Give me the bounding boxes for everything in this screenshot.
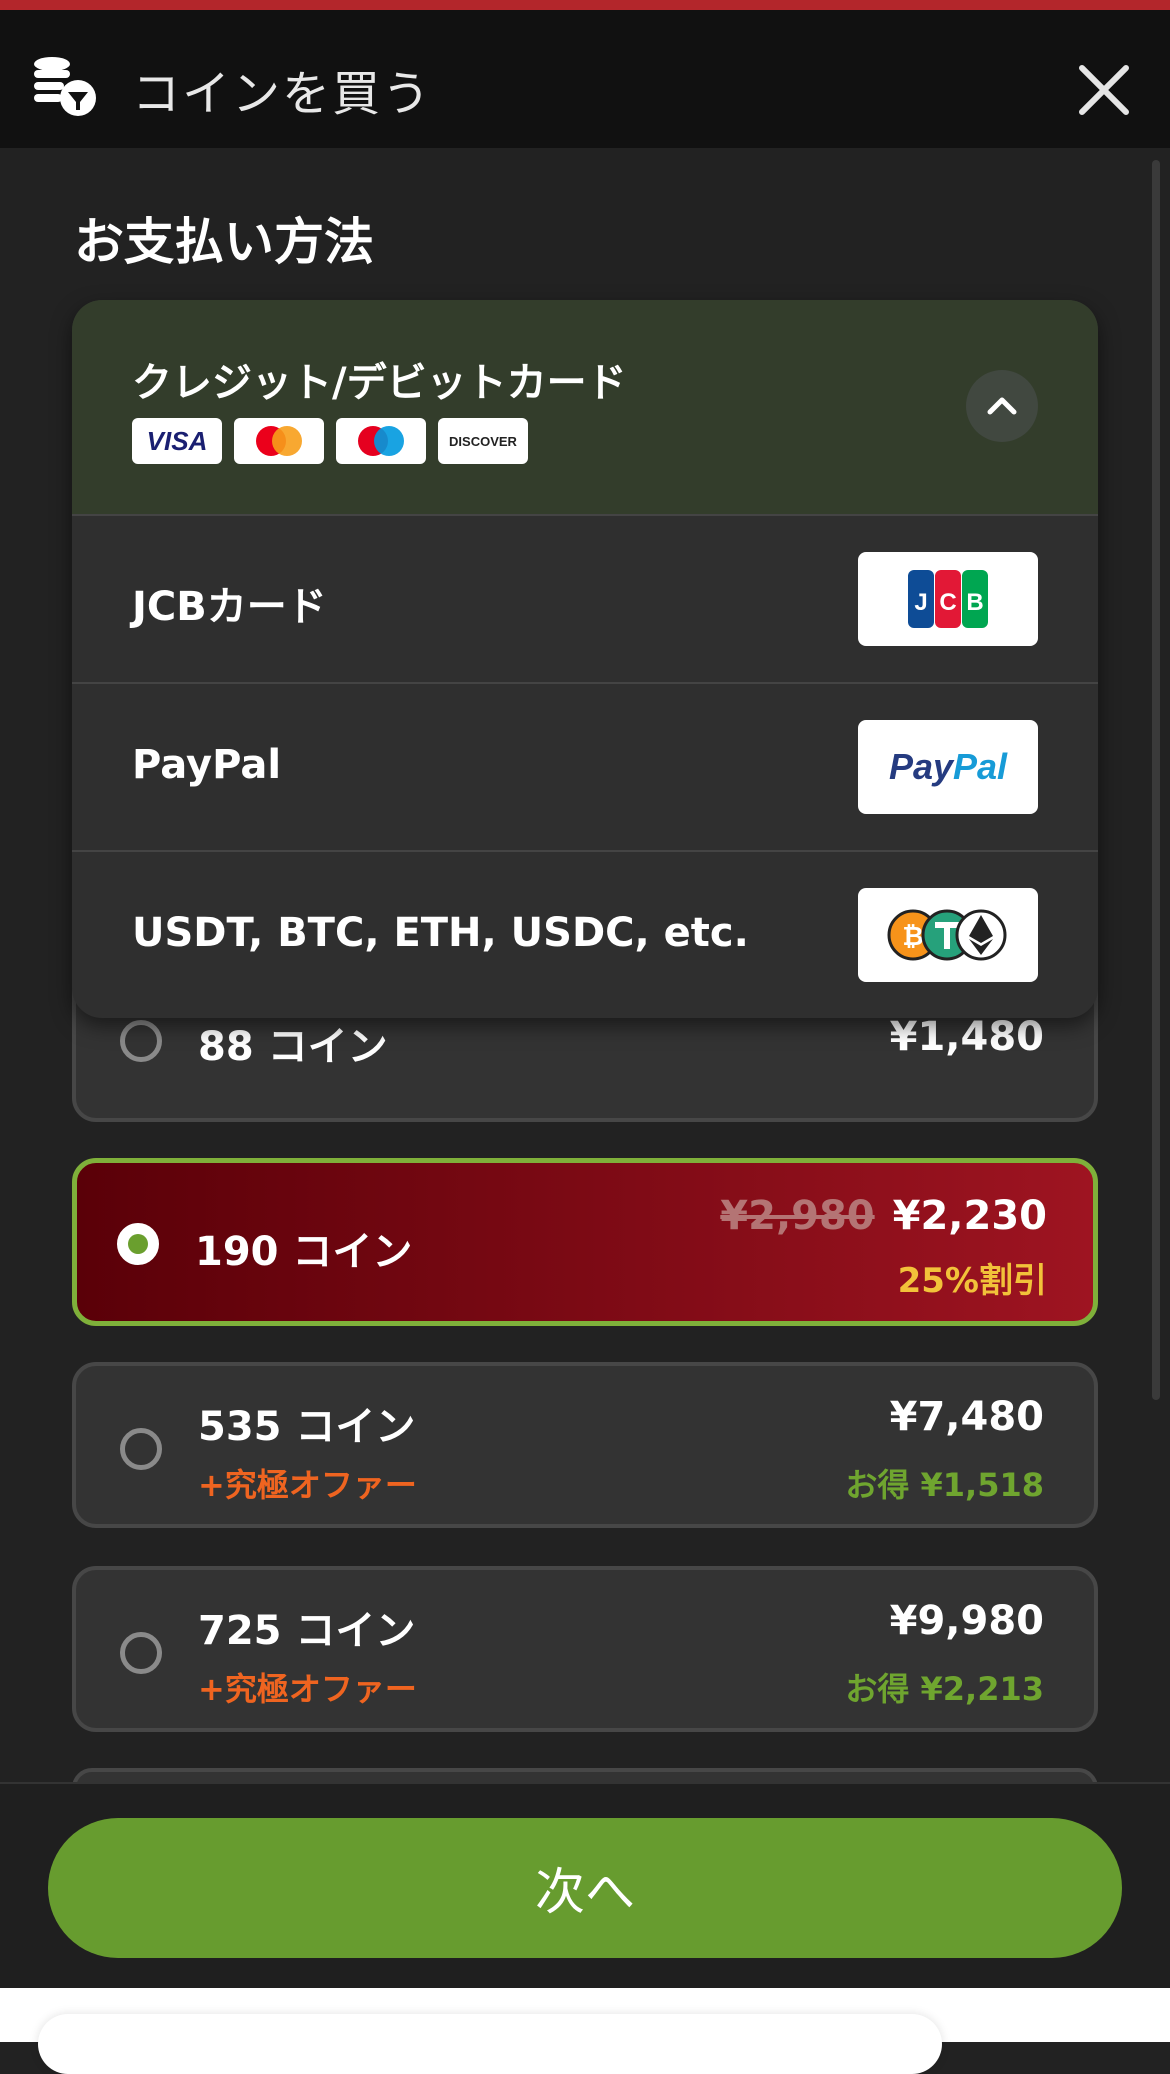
package-price: ¥2,980 ¥2,230 [720,1193,1047,1239]
payment-section-title: お支払い方法 [74,213,374,271]
offer-label: +究極オファー [198,1670,417,1708]
selected-method-card[interactable]: クレジット/デビットカード VISA DISCOVER [72,300,1098,514]
package-price: ¥1,480 [889,1014,1044,1060]
svg-text:J: J [914,589,927,616]
method-paypal[interactable]: PayPal PayPal [72,682,1098,850]
svg-text:₿: ₿ [902,921,923,951]
old-price: ¥2,980 [720,1193,875,1239]
package-coins: 725 コイン [198,1608,416,1654]
svg-text:B: B [966,589,983,616]
discount-badge: 25%割引 [897,1261,1047,1301]
package-price: ¥9,980 [889,1598,1044,1644]
method-label: USDT, BTC, ETH, USDC, etc. [132,910,749,956]
package-coins: 190 コイン [195,1229,413,1275]
page-title: コインを買う [132,66,433,122]
selected-method-label: クレジット/デビットカード [132,360,627,406]
radio-button[interactable] [120,1428,162,1470]
package-coins: 88 コイン [198,1024,388,1070]
method-label: JCBカード [132,584,327,630]
savings-label: お得 ¥2,213 [845,1670,1044,1708]
offer-label: +究極オファー [198,1466,417,1504]
collapse-button[interactable] [966,370,1038,442]
package-725[interactable]: 725 コイン +究極オファー ¥9,980 お得 ¥2,213 [72,1566,1098,1732]
paypal-logo: PayPal [858,720,1038,814]
package-535[interactable]: 535 コイン +究極オファー ¥7,480 お得 ¥1,518 [72,1362,1098,1528]
discover-logo: DISCOVER [438,418,528,464]
coin-cart-icon [34,57,96,116]
next-button[interactable]: 次へ [48,1818,1122,1958]
radio-button[interactable] [120,1020,162,1062]
package-price: ¥7,480 [889,1394,1044,1440]
scrollbar[interactable] [1152,160,1160,1400]
crypto-logos: ₿ [858,888,1038,982]
method-crypto[interactable]: USDT, BTC, ETH, USDC, etc. ₿ [72,850,1098,1018]
package-coins: 535 コイン [198,1404,416,1450]
method-jcb[interactable]: JCBカード J C B [72,514,1098,682]
card-brand-logos: VISA DISCOVER [132,418,528,464]
chevron-up-icon [987,397,1017,415]
radio-button-selected[interactable] [117,1223,159,1265]
savings-label: お得 ¥1,518 [845,1466,1044,1504]
jcb-logo: J C B [858,552,1038,646]
payment-method-dropdown: クレジット/デビットカード VISA DISCOVER JCBカード J C B… [72,300,1098,1018]
visa-logo: VISA [132,418,222,464]
svg-text:C: C [939,589,956,616]
top-bar: コインを買う [0,0,1170,148]
new-price: ¥2,230 [892,1193,1047,1239]
bottom-bar: 次へ [0,1782,1170,1990]
mastercard-logo [234,418,324,464]
bottom-sheet-peek [38,2014,942,2074]
maestro-logo [336,418,426,464]
method-label: PayPal [132,742,282,788]
radio-button[interactable] [120,1632,162,1674]
close-icon[interactable] [1076,62,1132,118]
package-190[interactable]: 190 コイン ¥2,980 ¥2,230 25%割引 [72,1158,1098,1326]
